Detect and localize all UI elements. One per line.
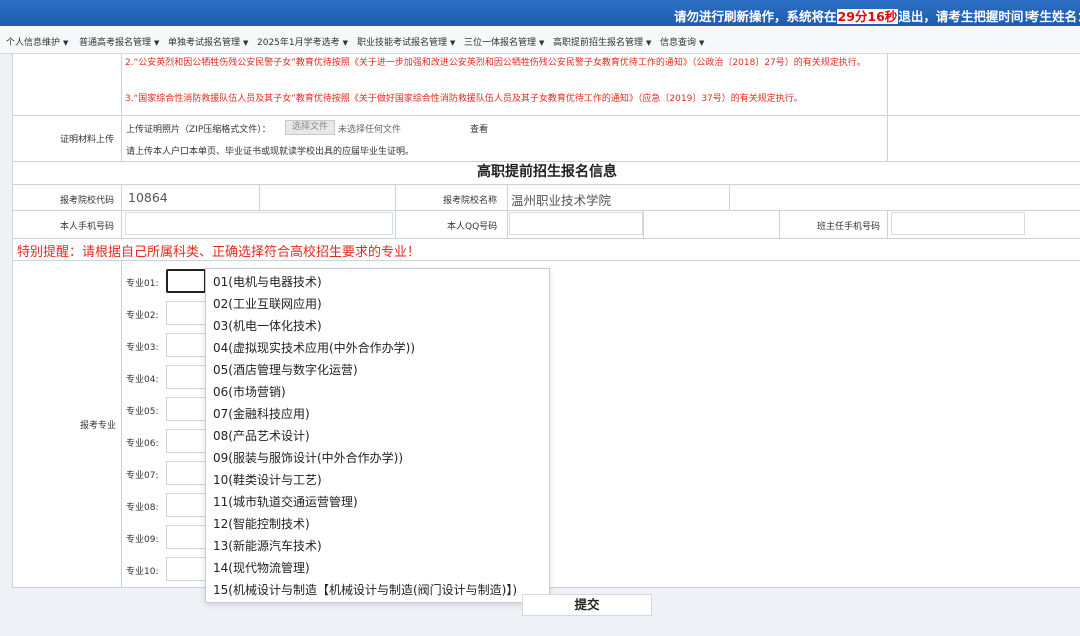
major-option[interactable]: 13(新能源汽车技术) xyxy=(213,535,322,557)
qq-input[interactable] xyxy=(509,212,643,235)
section-title: 高职提前招生报名信息 xyxy=(477,164,617,180)
major-option[interactable]: 09(服装与服饰设计(中外合作办学)) xyxy=(213,447,403,469)
file-status-text: 未选择任何文件 xyxy=(338,125,402,135)
major-03-select[interactable] xyxy=(166,333,206,357)
major-10-label: 专业10: xyxy=(126,567,159,577)
phone-input[interactable] xyxy=(125,212,393,235)
majors-section-label: 报考专业 xyxy=(80,421,117,431)
menu-early-admission[interactable]: 高职提前招生报名管理 ▼ xyxy=(553,35,651,48)
major-option[interactable]: 03(机电一体化技术) xyxy=(213,315,322,337)
caret-down-icon: ▼ xyxy=(342,39,349,47)
major-06-select[interactable] xyxy=(166,429,206,453)
major-01-select[interactable] xyxy=(166,269,206,293)
warning-prefix: 请勿进行刷新操作，系统将在 xyxy=(674,9,837,24)
view-file-link[interactable]: 查看 xyxy=(470,122,488,135)
menu-vocational-skill[interactable]: 职业技能考试报名管理 ▼ xyxy=(357,35,455,48)
school-code-label: 报考院校代码 xyxy=(60,196,115,206)
major-option[interactable]: 05(酒店管理与数字化运营) xyxy=(213,359,358,381)
major-08-select[interactable] xyxy=(166,493,206,517)
menu-single-exam[interactable]: 单独考试报名管理 ▼ xyxy=(168,35,248,48)
major-option[interactable]: 06(市场营销) xyxy=(213,381,286,403)
menu-info-query[interactable]: 信息查询 ▼ xyxy=(660,35,704,48)
main-menu: 个人信息维护 ▼ 普通高考报名管理 ▼ 单独考试报名管理 ▼ 2025年1月学考选考 ▼… xyxy=(0,26,1080,54)
upload-hint-text: 请上传本人户口本单页、毕业证书或现就读学校出具的应届毕业生证明。 xyxy=(126,147,415,157)
major-option[interactable]: 04(虚拟现实技术应用(中外合作办学)) xyxy=(213,337,415,359)
menu-general-exam[interactable]: 普通高考报名管理 ▼ xyxy=(79,35,159,48)
major-01-label: 专业01: xyxy=(126,279,159,289)
major-option[interactable]: 14(现代物流管理) xyxy=(213,557,310,579)
caret-down-icon: ▼ xyxy=(154,39,160,47)
menu-personal-info[interactable]: 个人信息维护 ▼ xyxy=(6,35,68,48)
proof-upload-label: 证明材料上传 xyxy=(60,135,115,145)
major-option[interactable]: 10(鞋类设计与工艺) xyxy=(213,469,322,491)
major-02-label: 专业02: xyxy=(126,311,159,321)
major-05-select[interactable] xyxy=(166,397,206,421)
major-08-label: 专业08: xyxy=(126,503,159,513)
school-code-value: 10864 xyxy=(128,190,168,205)
major-option[interactable]: 01(电机与电器技术) xyxy=(213,271,322,293)
timeout-warning: 请勿进行刷新操作，系统将在29分16秒退出，请考生把握时间！ xyxy=(674,6,1036,25)
teacher-phone-input[interactable] xyxy=(891,212,1025,235)
special-reminder: 特别提醒：请根据自己所属科类、正确选择符合高校招生要求的专业！ xyxy=(17,245,421,260)
caret-down-icon: ▼ xyxy=(539,39,545,47)
school-name-value: 温州职业技术学院 xyxy=(511,193,612,208)
major-03-label: 专业03: xyxy=(126,343,159,353)
notice-item-3: 3.“国家综合性消防救援队伍人员及其子女”教育优待按照《关于做好国家综合性消防救… xyxy=(125,94,803,104)
qq-label: 本人QQ号码 xyxy=(447,222,498,232)
major-04-label: 专业04: xyxy=(126,375,159,385)
major-option[interactable]: 02(工业互联网应用) xyxy=(213,293,322,315)
major-07-label: 专业07: xyxy=(126,471,159,481)
teacher-phone-label: 班主任手机号码 xyxy=(817,222,881,232)
major-option[interactable]: 07(金融科技应用) xyxy=(213,403,310,425)
major-option[interactable]: 12(智能控制技术) xyxy=(213,513,310,535)
submit-button[interactable]: 提交 xyxy=(522,594,652,616)
major-option[interactable]: 08(产品艺术设计) xyxy=(213,425,310,447)
major-09-select[interactable] xyxy=(166,525,206,549)
major-04-select[interactable] xyxy=(166,365,206,389)
major-02-select[interactable] xyxy=(166,301,206,325)
choose-file-button[interactable]: 选择文件 xyxy=(285,120,335,135)
top-bar: 请勿进行刷新操作，系统将在29分16秒退出，请考生把握时间！ 考生姓名： xyxy=(0,0,1080,26)
major-10-select[interactable] xyxy=(166,557,206,581)
caret-down-icon: ▼ xyxy=(450,39,456,47)
caret-down-icon: ▼ xyxy=(63,39,69,47)
examinee-name-label: 考生姓名： xyxy=(1027,9,1080,24)
major-05-label: 专业05: xyxy=(126,407,159,417)
upload-photo-label: 上传证明照片（ZIP压缩格式文件）： xyxy=(126,125,271,135)
major-09-label: 专业09: xyxy=(126,535,159,545)
notice-item-2: 2.“公安英烈和因公牺牲伤残公安民警子女”教育优待按照《关于进一步加强和改进公安… xyxy=(125,58,866,68)
major-option[interactable]: 15(机械设计与制造【机械设计与制造(阀门设计与制造)】) xyxy=(213,579,517,601)
caret-down-icon: ▼ xyxy=(699,39,705,47)
warning-suffix: 退出，请考生把握时间！ xyxy=(898,9,1036,24)
menu-three-in-one[interactable]: 三位一体报名管理 ▼ xyxy=(464,35,544,48)
major-options-dropdown[interactable]: 01(电机与电器技术) 02(工业互联网应用) 03(机电一体化技术) 04(虚… xyxy=(205,268,550,603)
school-name-label: 报考院校名称 xyxy=(443,196,498,206)
countdown-timer: 29分16秒 xyxy=(836,9,899,24)
major-option[interactable]: 11(城市轨道交通运营管理) xyxy=(213,491,358,513)
phone-label: 本人手机号码 xyxy=(60,222,115,232)
major-07-select[interactable] xyxy=(166,461,206,485)
menu-academic-test[interactable]: 2025年1月学考选考 ▼ xyxy=(257,35,348,48)
major-06-label: 专业06: xyxy=(126,439,159,449)
caret-down-icon: ▼ xyxy=(243,39,249,47)
caret-down-icon: ▼ xyxy=(646,39,652,47)
